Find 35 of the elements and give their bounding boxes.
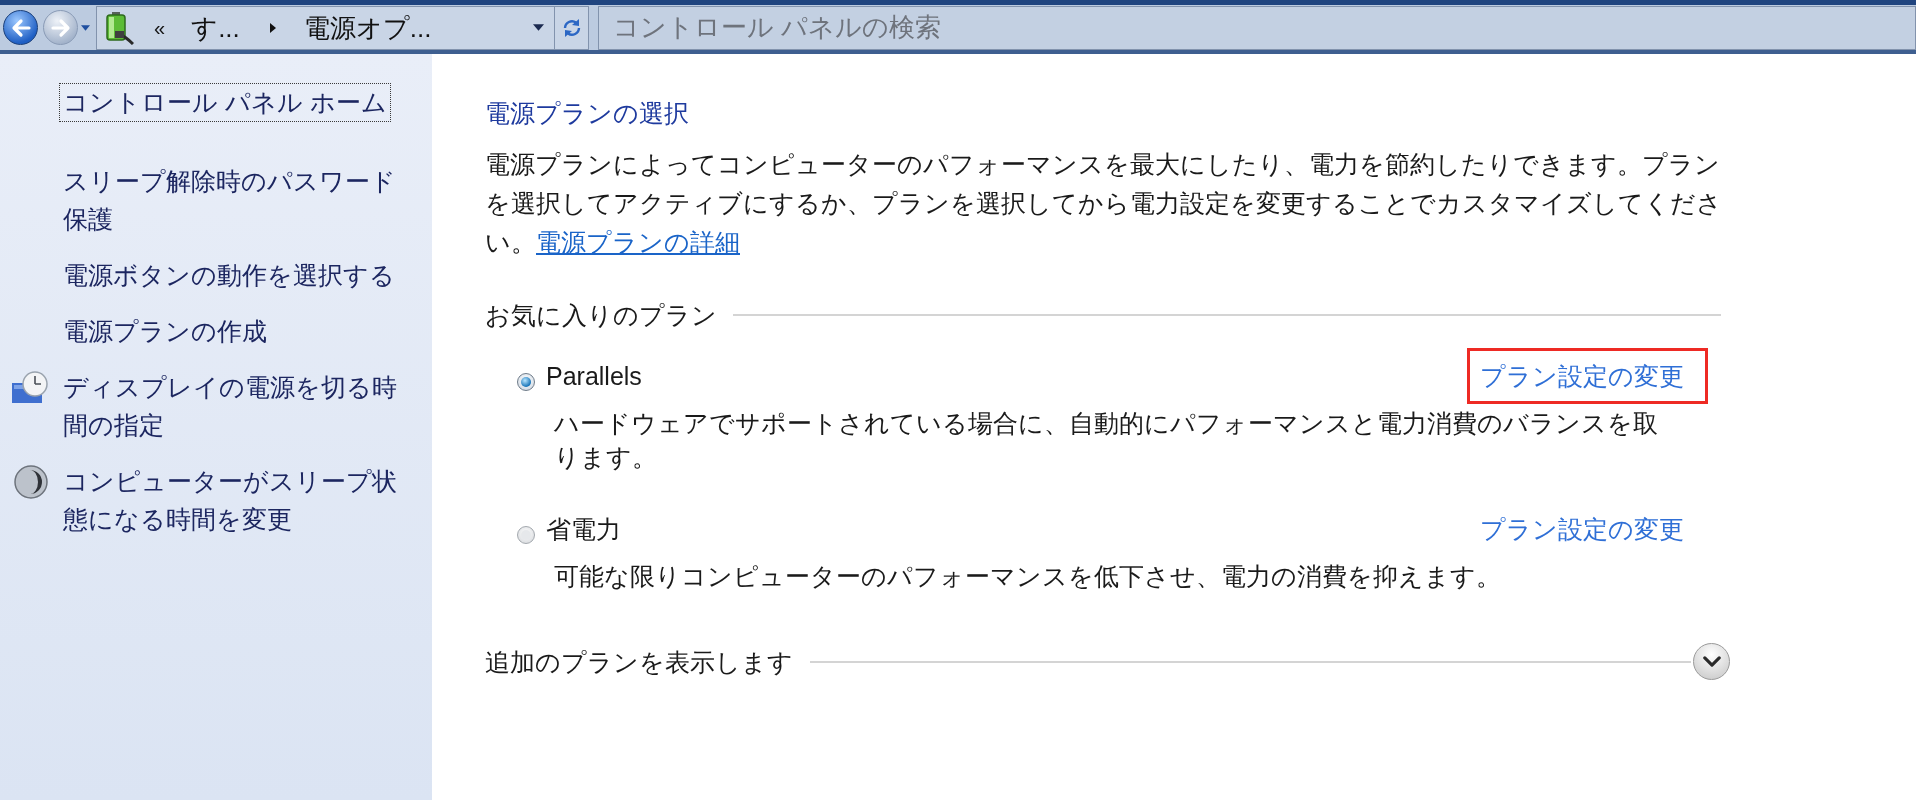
sidebar-link[interactable]: ディスプレイの電源を切る時間の指定 xyxy=(63,368,413,444)
plan-name[interactable]: Parallels xyxy=(546,359,642,393)
radio-button[interactable] xyxy=(517,526,535,544)
moon-icon xyxy=(14,465,48,499)
chevron-down-icon xyxy=(1702,656,1721,667)
plan-details-link[interactable]: 電源プランの詳細 xyxy=(536,228,740,256)
caret-right-icon[interactable] xyxy=(269,22,276,33)
radio-button[interactable] xyxy=(517,373,535,391)
plan-description: ハードウェアでサポートされている場合に、自動的にパフォーマンスと電力消費のバランスを取ります。 xyxy=(554,408,1659,473)
sidebar-link[interactable]: コンピューターがスリープ状態になる時間を変更 xyxy=(63,462,413,538)
section-heading: お気に入りのプラン xyxy=(485,300,717,331)
arrow-left-icon xyxy=(10,17,31,38)
refresh-icon xyxy=(561,17,582,38)
sidebar-link[interactable]: 電源ボタンの動作を選択する xyxy=(63,256,413,294)
breadcrumb-overflow[interactable]: « xyxy=(154,15,166,40)
more-plans-header[interactable]: 追加のプランを表示します xyxy=(485,644,793,679)
arrow-right-icon xyxy=(50,17,71,38)
caret-down-icon[interactable] xyxy=(533,24,544,31)
breadcrumb-item[interactable]: 電源オプ... xyxy=(303,11,432,44)
page-heading: 電源プランの選択 xyxy=(485,98,690,129)
breadcrumb-item[interactable]: す... xyxy=(191,11,240,44)
plan-name[interactable]: 省電力 xyxy=(546,512,621,546)
caret-down-icon[interactable] xyxy=(81,24,90,31)
sidebar-link[interactable]: スリープ解除時のパスワード保護 xyxy=(63,162,413,238)
sidebar-link[interactable]: 電源プランの作成 xyxy=(63,312,413,350)
clock-icon xyxy=(12,371,50,403)
change-plan-settings-link[interactable]: プラン設定の変更 xyxy=(1480,515,1684,543)
intro-paragraph: 電源プランによってコンピューターのパフォーマンスを最大にしたり、電力を節約したりできます。プランを選択してアクティブにするか、プランを選択してから電力設定を変更することでカスタマイズしてください。電源プランの詳細 xyxy=(485,149,1723,258)
back-button[interactable] xyxy=(3,10,38,45)
plan-description: 可能な限りコンピューターのパフォーマンスを低下させ、電力の消費を抑えます。 xyxy=(554,561,1502,592)
address-bar[interactable]: « す... 電源オプ... xyxy=(96,5,589,50)
change-plan-settings-link[interactable]: プラン設定の変更 xyxy=(1480,362,1684,390)
control-panel-home-link[interactable]: コントロール パネル ホーム xyxy=(59,83,391,122)
expand-button[interactable] xyxy=(1693,643,1730,680)
search-field[interactable]: コントロール パネルの検索 xyxy=(598,5,1916,50)
